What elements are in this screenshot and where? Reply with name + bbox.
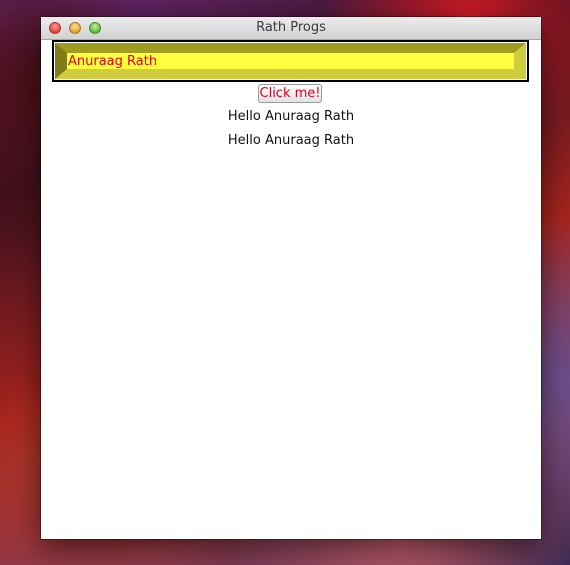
click-me-button[interactable]: Click me! [258,84,322,103]
title-bar[interactable]: Rath Progs [41,17,541,40]
greeting-line: Hello Anuraag Rath [227,133,355,148]
window-title: Rath Progs [256,20,326,35]
desktop: { "window": { "title": "Rath Progs" }, "… [0,0,570,565]
app-window: Rath Progs Click me! Hello Anuraag Rath … [41,17,541,539]
greeting-line: Hello Anuraag Rath [227,109,355,124]
name-field-frame [52,40,529,82]
name-input[interactable] [67,53,514,69]
name-field-bevel [55,43,526,79]
